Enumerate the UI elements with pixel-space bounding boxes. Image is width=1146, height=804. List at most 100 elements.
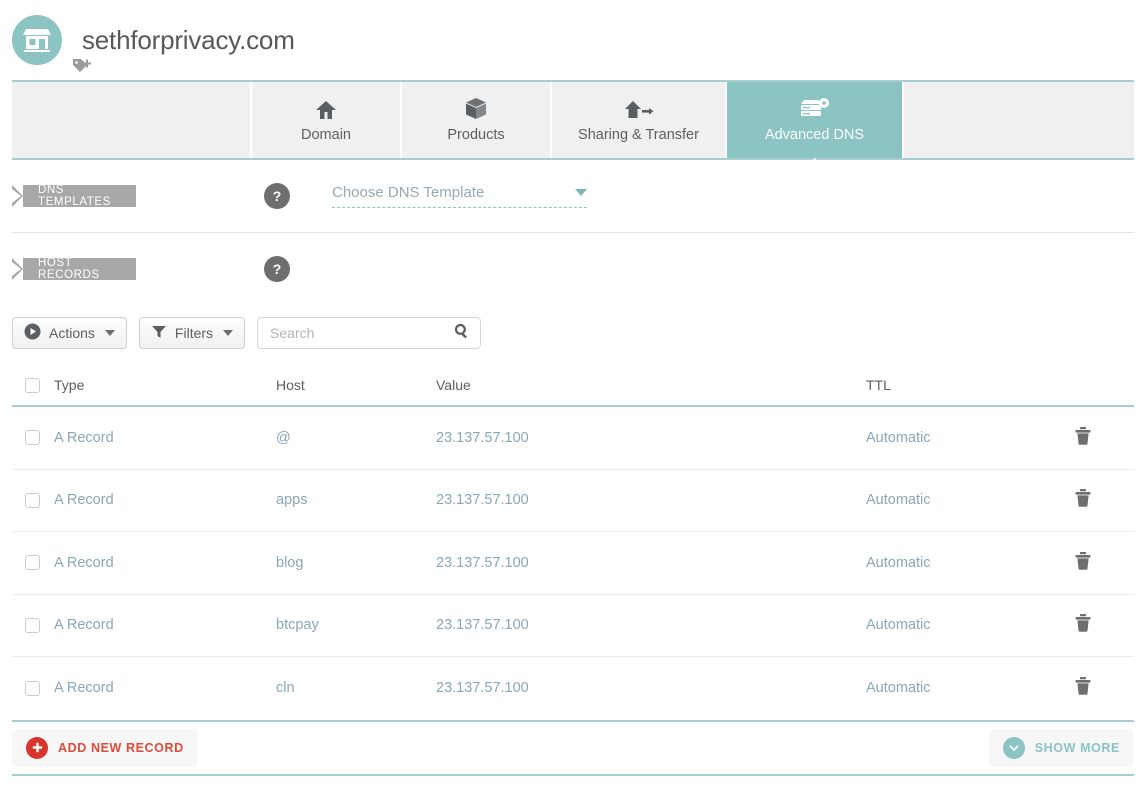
- cell-type: A Record: [54, 680, 276, 696]
- tab-bar-spacer-left: [12, 82, 252, 158]
- server-gear-icon: [798, 97, 832, 121]
- row-delete-cell: [1074, 426, 1134, 450]
- row-checkbox[interactable]: [25, 681, 40, 696]
- tab-domain[interactable]: Domain: [252, 82, 402, 158]
- table-footer: ADD NEW RECORD SHOW MORE: [12, 720, 1134, 776]
- cell-type: A Record: [54, 617, 276, 633]
- tab-sharing-transfer-label: Sharing & Transfer: [578, 127, 699, 143]
- add-new-record-button[interactable]: ADD NEW RECORD: [12, 729, 198, 767]
- tab-products-label: Products: [447, 127, 504, 143]
- trash-icon[interactable]: [1074, 426, 1092, 450]
- cell-host: cln: [276, 680, 436, 696]
- chevron-down-icon: [575, 189, 587, 196]
- row-select-cell: [12, 555, 54, 570]
- cell-value: 23.137.57.100: [436, 555, 866, 571]
- select-all-checkbox[interactable]: [25, 378, 40, 393]
- table-row[interactable]: A Record btcpay 23.137.57.100 Automatic: [12, 595, 1134, 658]
- column-header-ttl: TTL: [866, 377, 1074, 393]
- cell-host: blog: [276, 555, 436, 571]
- active-tab-pointer: [804, 158, 826, 169]
- filters-button-label: Filters: [175, 325, 213, 341]
- tab-sharing-transfer[interactable]: Sharing & Transfer: [552, 82, 727, 158]
- cell-type: A Record: [54, 492, 276, 508]
- cell-ttl: Automatic: [866, 555, 1074, 571]
- actions-button[interactable]: Actions: [12, 317, 127, 349]
- trash-icon[interactable]: [1074, 613, 1092, 637]
- tab-advanced-dns[interactable]: Advanced DNS: [727, 82, 902, 158]
- column-header-host: Host: [276, 377, 436, 393]
- table-row[interactable]: A Record blog 23.137.57.100 Automatic: [12, 532, 1134, 595]
- dns-templates-banner: DNS TEMPLATES: [12, 185, 136, 207]
- cell-ttl: Automatic: [866, 617, 1074, 633]
- row-checkbox[interactable]: [25, 618, 40, 633]
- row-delete-cell: [1074, 551, 1134, 575]
- row-delete-cell: [1074, 676, 1134, 700]
- cell-host: apps: [276, 492, 436, 508]
- dns-templates-help-icon[interactable]: ?: [264, 183, 290, 209]
- chevron-down-icon: [105, 330, 115, 336]
- cell-value: 23.137.57.100: [436, 430, 866, 446]
- cell-host: btcpay: [276, 617, 436, 633]
- dns-template-select[interactable]: Choose DNS Template: [332, 184, 587, 208]
- tab-bar: Domain Products Sharing & Transfer: [12, 80, 1134, 160]
- row-select-cell: [12, 430, 54, 445]
- dns-templates-row: DNS TEMPLATES ? Choose DNS Template: [12, 160, 1134, 232]
- trash-icon[interactable]: [1074, 676, 1092, 700]
- search-box[interactable]: [257, 317, 481, 349]
- table-row[interactable]: A Record cln 23.137.57.100 Automatic: [12, 657, 1134, 720]
- row-delete-cell: [1074, 488, 1134, 512]
- cell-type: A Record: [54, 555, 276, 571]
- cell-type: A Record: [54, 430, 276, 446]
- actions-button-label: Actions: [49, 325, 95, 341]
- row-delete-cell: [1074, 613, 1134, 637]
- house-arrow-icon: [624, 97, 654, 121]
- table-row[interactable]: A Record apps 23.137.57.100 Automatic: [12, 470, 1134, 533]
- chevron-down-icon: [223, 330, 233, 336]
- row-select-cell: [12, 493, 54, 508]
- trash-icon[interactable]: [1074, 551, 1092, 575]
- host-records-help-icon[interactable]: ?: [264, 256, 290, 282]
- cell-value: 23.137.57.100: [436, 680, 866, 696]
- cell-ttl: Automatic: [866, 680, 1074, 696]
- row-checkbox[interactable]: [25, 493, 40, 508]
- chevron-down-circle-icon: [1003, 737, 1025, 759]
- search-input[interactable]: [268, 324, 454, 342]
- row-select-cell: [12, 618, 54, 633]
- cell-ttl: Automatic: [866, 430, 1074, 446]
- show-more-label: SHOW MORE: [1035, 741, 1120, 755]
- row-checkbox[interactable]: [25, 430, 40, 445]
- brand-row: sethforprivacy.com: [12, 0, 1146, 65]
- dns-templates-section: DNS TEMPLATES ? Choose DNS Template: [12, 160, 1134, 232]
- house-icon: [314, 97, 338, 121]
- column-header-value: Value: [436, 377, 866, 393]
- tab-advanced-dns-label: Advanced DNS: [765, 127, 864, 143]
- cell-value: 23.137.57.100: [436, 492, 866, 508]
- host-records-banner: HOST RECORDS: [12, 258, 136, 280]
- tab-bar-spacer-right: [902, 82, 1134, 158]
- row-checkbox[interactable]: [25, 555, 40, 570]
- trash-icon[interactable]: [1074, 488, 1092, 512]
- page-header: sethforprivacy.com: [0, 0, 1146, 78]
- cell-ttl: Automatic: [866, 492, 1074, 508]
- show-more-button[interactable]: SHOW MORE: [989, 729, 1134, 767]
- cell-value: 23.137.57.100: [436, 617, 866, 633]
- play-circle-icon: [24, 323, 41, 343]
- storefront-icon: [12, 15, 62, 65]
- table-row[interactable]: A Record @ 23.137.57.100 Automatic: [12, 407, 1134, 470]
- page-title: sethforprivacy.com: [82, 15, 295, 65]
- tab-products[interactable]: Products: [402, 82, 552, 158]
- column-header-type: Type: [54, 377, 276, 393]
- records-toolbar: Actions Filters: [12, 305, 1134, 361]
- host-records-section: HOST RECORDS ?: [12, 233, 1134, 305]
- plus-circle-icon: [26, 737, 48, 759]
- advanced-dns-page: sethforprivacy.com Domain: [0, 0, 1146, 804]
- cell-host: @: [276, 430, 436, 446]
- filters-button[interactable]: Filters: [139, 317, 245, 349]
- magnifier-icon[interactable]: [454, 323, 470, 344]
- row-select-cell: [12, 681, 54, 696]
- box-icon: [465, 97, 487, 121]
- tag-plus-icon[interactable]: [72, 58, 94, 79]
- table-header-row: Type Host Value TTL: [12, 361, 1134, 407]
- host-records-table: Type Host Value TTL A Record @ 23.137.57…: [12, 361, 1134, 720]
- host-records-row: HOST RECORDS ?: [12, 233, 1134, 305]
